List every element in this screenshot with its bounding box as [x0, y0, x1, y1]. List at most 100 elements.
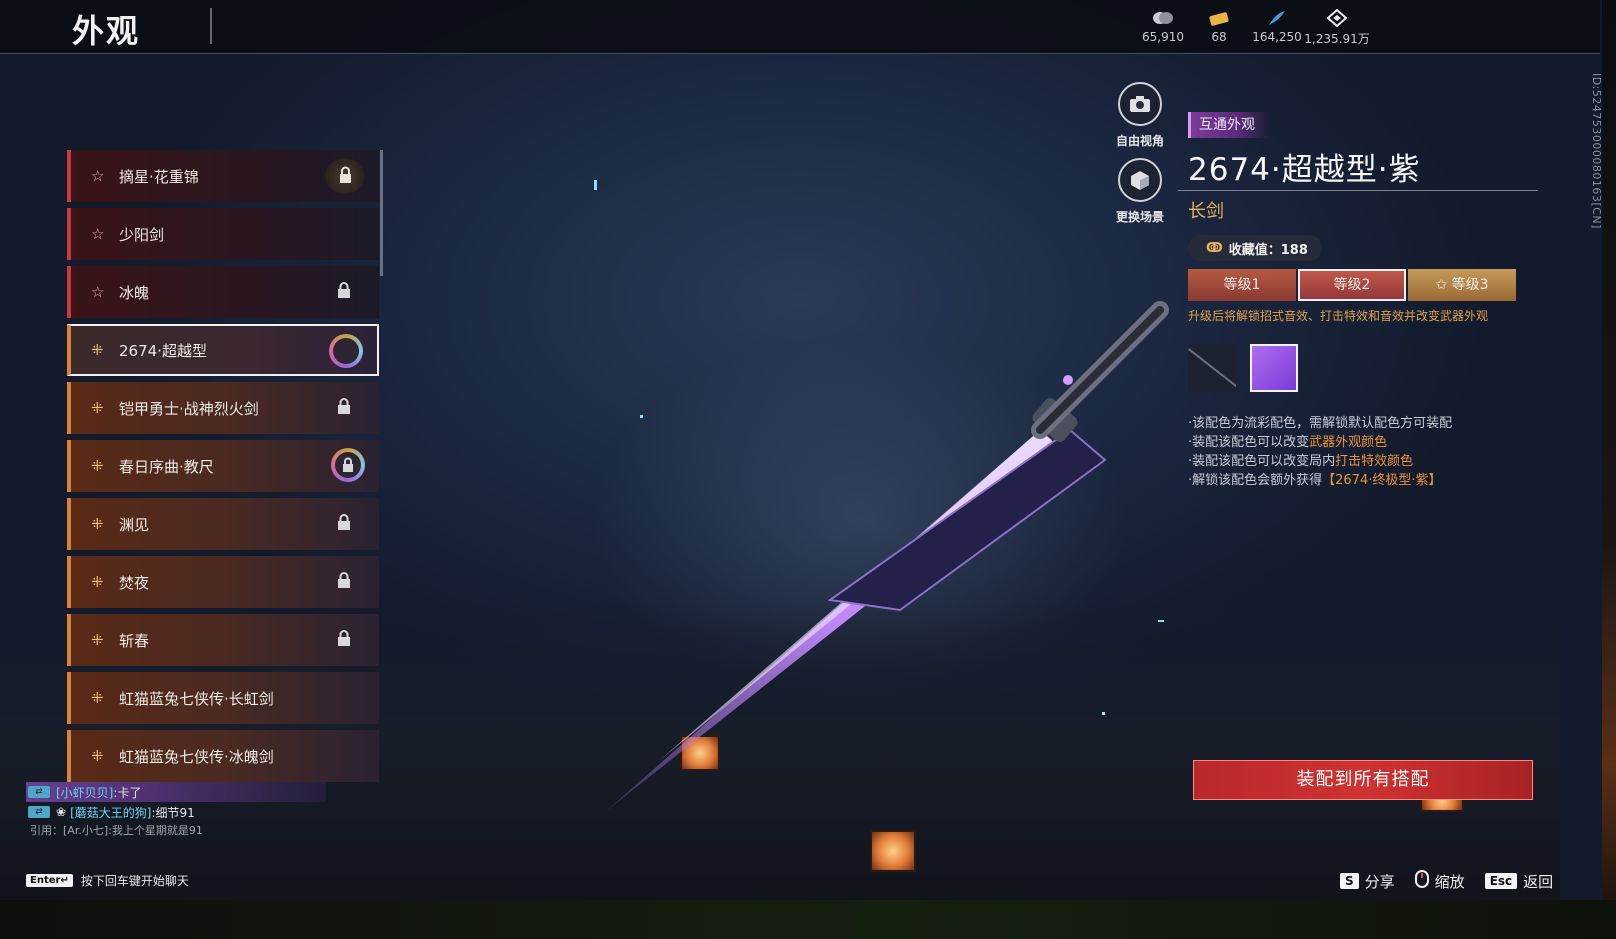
note-line: ·装配该配色可以改变局内打击特效颜色	[1188, 454, 1414, 469]
change-scene-button[interactable]: 更换场景	[1110, 158, 1170, 225]
currency-coin: 65,910	[1135, 8, 1191, 47]
chat-channel-icon: ⇄	[28, 786, 50, 798]
flower-icon: ⁜	[91, 689, 104, 707]
flower-icon: ⁜	[91, 573, 104, 591]
level-tabs: 等级1 等级2 ✩ 等级3	[1188, 269, 1528, 301]
lock-icon	[325, 158, 365, 194]
collection-value: 收藏值：188	[1228, 242, 1308, 258]
currency-feather: 164,250	[1247, 8, 1307, 47]
skin-title: 2674·超越型·紫	[1188, 152, 1421, 188]
diamond-icon	[1327, 8, 1347, 28]
skin-item[interactable]: ⁜ 斩春	[67, 614, 379, 666]
skin-name: 斩春	[119, 631, 150, 650]
lock-icon	[337, 398, 351, 418]
skin-name: 焚夜	[119, 573, 150, 592]
color-ring-lock-icon	[331, 448, 365, 482]
right-edge	[1602, 0, 1616, 900]
emblem-icon: ❀	[56, 805, 67, 819]
flower-icon: ⁜	[91, 399, 104, 417]
top-bar: 外观 65,910 68 164,250 1,235.91万	[0, 0, 1600, 54]
lantern	[870, 830, 916, 872]
enter-key: Enter↵	[26, 874, 73, 887]
chat-text: :细节91	[151, 805, 195, 820]
skin-item[interactable]: ☆ 摘星·花重锦	[67, 150, 379, 202]
skin-item[interactable]: ⁜ 渊见	[67, 498, 379, 550]
zoom-button[interactable]: 缩放	[1414, 870, 1465, 892]
cube-icon	[1118, 158, 1162, 202]
skin-name: 少阳剑	[119, 225, 165, 244]
star-icon: ✩	[1435, 277, 1452, 293]
lock-icon	[337, 282, 351, 302]
skin-list: ☆ 摘星·花重锦 ☆ 少阳剑 ☆ 冰魄 ⁜ 2674·超越型 ⁜ 铠甲勇士·战神…	[67, 150, 387, 800]
list-scrollbar[interactable]	[380, 150, 383, 276]
detail-panel: 互通外观 2674·超越型·紫 长剑 ↂ 收藏值：188 等级1 等级2 ✩ 等…	[1178, 112, 1538, 490]
level-note: 升级后将解锁招式音效、打击特效和音效并改变武器外观	[1188, 309, 1489, 323]
skin-name: 摘星·花重锦	[119, 167, 199, 186]
chat-channel-icon: ⇄	[28, 806, 50, 818]
back-button[interactable]: Esc 返回	[1484, 871, 1554, 892]
chat-quote: 引用：[Ar.小七]:我上个星期就是91	[30, 824, 203, 837]
chat-sender[interactable]: [蘑菇大王的狗]	[70, 804, 151, 821]
star-icon: ☆	[91, 283, 105, 301]
skin-item[interactable]: ⁜ 虹猫蓝兔七侠传·冰魄剑	[67, 730, 379, 782]
swatch-default[interactable]	[1188, 344, 1236, 392]
page-title: 外观	[72, 12, 141, 50]
back-label: 返回	[1523, 872, 1554, 891]
bottom-strip	[0, 900, 1616, 939]
flower-icon: ⁜	[91, 631, 104, 649]
chat-text: :卡了	[113, 785, 142, 800]
tab-level-3-label: 等级3	[1451, 277, 1489, 293]
currency-diamond: 1,235.91万	[1304, 8, 1370, 47]
chat-box: ⇄ [小虾贝贝] :卡了 ⇄ ❀ [蘑菇大王的狗] :细节91 引用：[Ar.小…	[26, 782, 326, 840]
weapon-model[interactable]	[600, 280, 1200, 820]
share-button[interactable]: S 分享	[1340, 871, 1395, 892]
tab-level-2[interactable]: 等级2	[1298, 269, 1406, 301]
skin-item[interactable]: ⁜ 铠甲勇士·战神烈火剑	[67, 382, 379, 434]
chat-message: ⇄ ❀ [蘑菇大王的狗] :细节91	[26, 802, 326, 822]
skin-item[interactable]: ⁜ 虹猫蓝兔七侠传·长虹剑	[67, 672, 379, 724]
note-line: ·装配该配色可以改变武器外观颜色	[1188, 435, 1388, 450]
ticket-icon	[1208, 8, 1230, 28]
coin-icon	[1152, 8, 1174, 28]
footer-actions: S 分享 缩放 Esc 返回	[1340, 870, 1553, 892]
skin-name: 2674·超越型	[119, 341, 207, 360]
skin-item[interactable]: ⁜ 焚夜	[67, 556, 379, 608]
weapon-type: 长剑	[1188, 201, 1224, 222]
lock-icon	[337, 572, 351, 592]
currency-value: 1,235.91万	[1304, 32, 1370, 46]
sparkle	[594, 180, 597, 190]
chat-message: ⇄ [小虾贝贝] :卡了	[26, 782, 326, 802]
flower-icon: ⁜	[91, 747, 104, 765]
currency-value: 65,910	[1142, 30, 1184, 44]
skin-item[interactable]: ⁜ 春日序曲·教尺	[67, 440, 379, 492]
chat-sender[interactable]: [小虾贝贝]	[56, 784, 113, 801]
color-swatches	[1188, 344, 1528, 392]
skin-name: 春日序曲·教尺	[119, 457, 214, 476]
tab-level-1[interactable]: 等级1	[1188, 269, 1296, 301]
flower-icon: ⁜	[91, 341, 104, 359]
share-label: 分享	[1364, 872, 1395, 891]
skin-name: 冰魄	[119, 283, 150, 302]
note-line: ·解锁该配色会额外获得【2674·终极型·紫】	[1188, 473, 1442, 488]
free-view-label: 自由视角	[1115, 134, 1164, 148]
sparkle	[640, 415, 643, 418]
currency-value: 164,250	[1252, 30, 1302, 44]
swatch-purple[interactable]	[1250, 344, 1298, 392]
equip-all-button[interactable]: 装配到所有搭配	[1193, 760, 1533, 800]
note-line: ·该配色为流彩配色，需解锁默认配色方可装配	[1188, 416, 1453, 431]
collection-icon: ↂ	[1206, 240, 1223, 256]
skin-item[interactable]: ☆ 冰魄	[67, 266, 379, 318]
skin-item-selected[interactable]: ⁜ 2674·超越型	[67, 324, 379, 376]
change-scene-label: 更换场景	[1115, 210, 1164, 224]
zoom-label: 缩放	[1434, 872, 1465, 891]
star-icon: ☆	[91, 167, 105, 185]
currency-ticket: 68	[1191, 8, 1247, 47]
tab-level-3[interactable]: ✩ 等级3	[1408, 269, 1516, 301]
chat-input-hint[interactable]: Enter↵ 按下回车键开始聊天	[26, 872, 189, 889]
mouse-icon	[1414, 870, 1429, 892]
currency-bar: 65,910 68 164,250 1,235.91万	[1135, 8, 1370, 47]
free-view-button[interactable]: 自由视角	[1110, 82, 1170, 149]
skin-item[interactable]: ☆ 少阳剑	[67, 208, 379, 260]
divider	[1178, 190, 1538, 191]
skin-name: 虹猫蓝兔七侠传·长虹剑	[119, 689, 274, 708]
